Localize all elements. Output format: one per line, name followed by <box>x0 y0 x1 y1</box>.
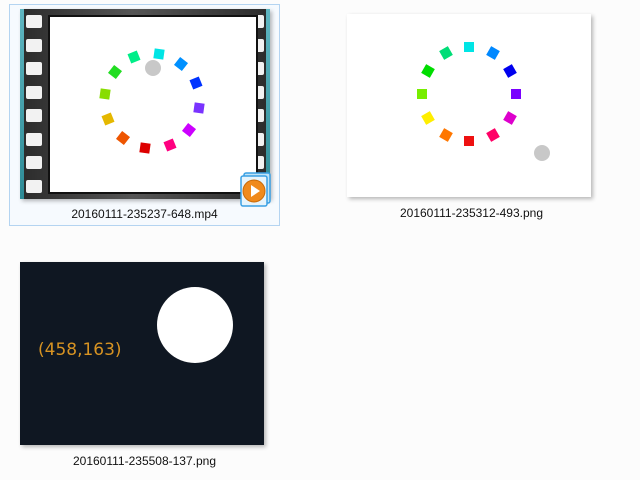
file-tile-video[interactable]: 20160111-235237-648.mp4 <box>9 4 280 226</box>
color-square <box>438 46 453 61</box>
color-square <box>152 48 165 61</box>
color-square <box>485 46 500 61</box>
color-square <box>182 122 197 137</box>
coordinate-readout: (458,163) <box>38 340 122 360</box>
color-square <box>192 101 205 114</box>
color-square <box>464 136 474 146</box>
video-thumbnail <box>20 9 271 207</box>
film-edge-left <box>20 9 24 199</box>
color-square <box>421 110 436 125</box>
image-thumbnail <box>347 14 591 197</box>
color-square <box>417 89 427 99</box>
color-square <box>163 138 177 152</box>
file-tile-image-dark[interactable]: (458,163) 20160111-235508-137.png <box>9 256 280 474</box>
color-square <box>438 127 453 142</box>
color-square <box>139 141 152 154</box>
color-square <box>511 89 521 99</box>
file-grid-view: 20160111-235237-648.mp4 20160111-235312-… <box>0 0 640 480</box>
color-square <box>464 42 474 52</box>
color-square <box>502 110 517 125</box>
color-square <box>116 131 131 146</box>
color-square <box>101 112 115 126</box>
file-name: 20160111-235312-493.png <box>399 206 544 220</box>
marker-dot <box>534 145 550 161</box>
file-name: 20160111-235508-137.png <box>72 454 217 468</box>
color-square <box>502 63 517 78</box>
color-square <box>421 63 436 78</box>
color-square <box>127 50 141 64</box>
file-tile-image[interactable]: 20160111-235312-493.png <box>336 4 607 226</box>
file-name: 20160111-235237-648.mp4 <box>71 207 218 221</box>
image-thumbnail: (458,163) <box>20 262 264 445</box>
white-circle <box>157 287 233 363</box>
color-square <box>173 56 188 71</box>
media-player-play-icon <box>240 172 271 207</box>
marker-dot <box>145 60 161 76</box>
video-frame <box>48 15 258 194</box>
film-holes-left <box>26 15 42 193</box>
color-square <box>189 76 203 90</box>
color-square <box>485 127 500 142</box>
color-square <box>107 65 122 80</box>
color-square <box>99 88 112 101</box>
